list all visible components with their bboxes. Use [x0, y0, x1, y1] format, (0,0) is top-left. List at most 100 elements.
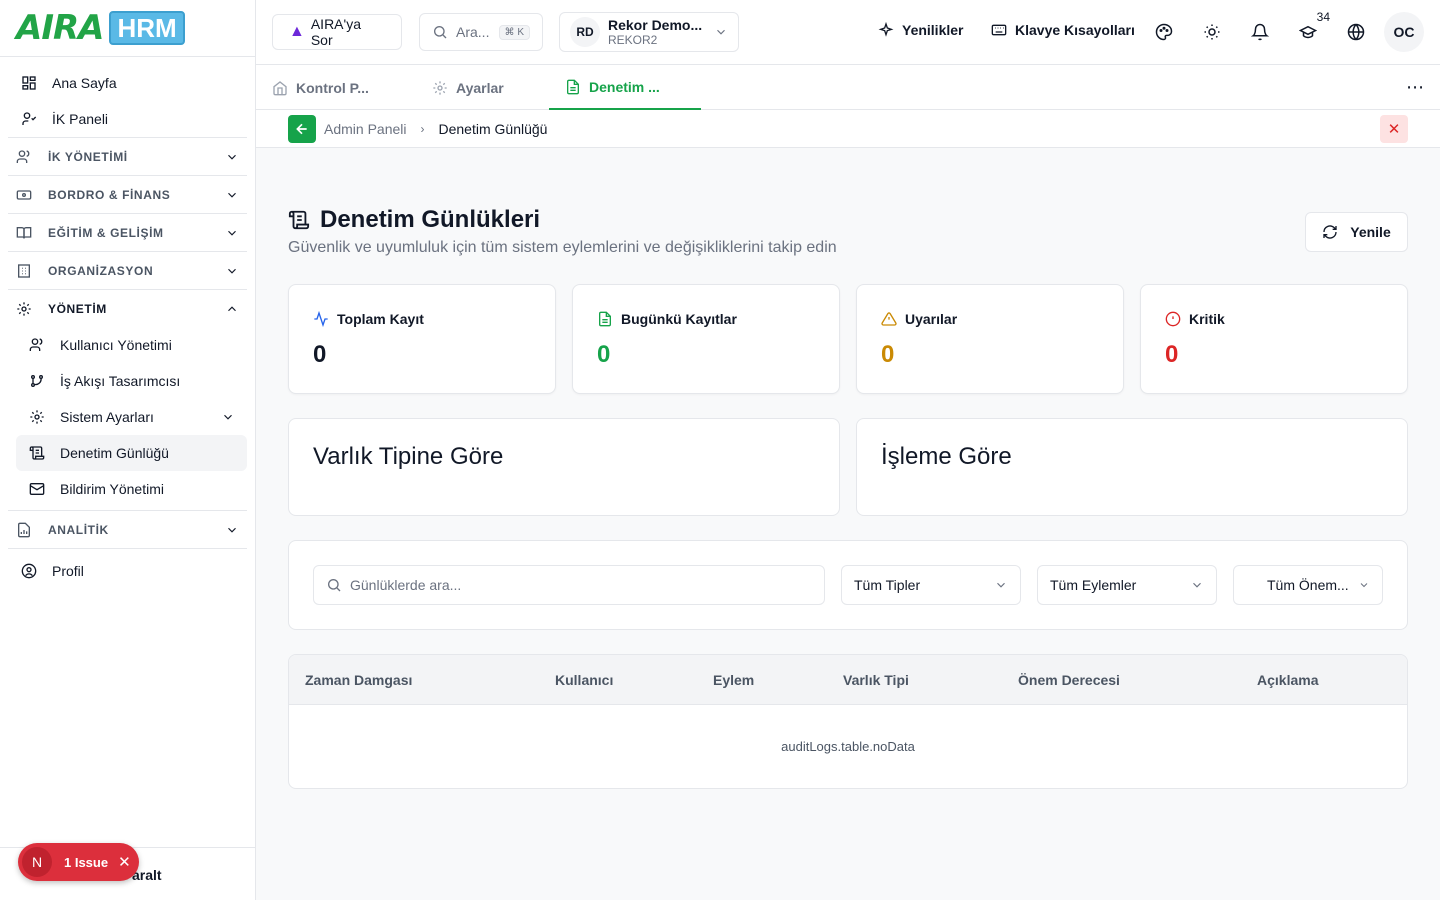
keyboard-icon [991, 24, 1007, 36]
back-button[interactable] [288, 114, 316, 143]
type-select-value: Tüm Tipler [854, 577, 921, 593]
breakdown-title: Varlık Tipine Göre [313, 443, 504, 470]
section-label: BORDRO & FİNANS [48, 187, 171, 202]
ask-aira-button[interactable]: ▲ AIRA'ya Sor [272, 14, 402, 50]
section-training[interactable]: EĞİTİM & GELİŞİM [8, 213, 247, 251]
user-circle-icon [20, 562, 38, 580]
activity-icon [314, 311, 328, 327]
sidebar-item-label: Bildirim Yönetimi [60, 481, 164, 497]
section-hr-management[interactable]: İK YÖNETİMİ [8, 137, 247, 175]
stat-value: 0 [881, 341, 895, 368]
section-analytics[interactable]: ANALİTİK [8, 510, 247, 548]
aira-icon: ▲ [289, 23, 305, 40]
sidebar-item-notification-management[interactable]: Bildirim Yönetimi [16, 471, 247, 507]
column-header-description[interactable]: Açıklama [1257, 672, 1318, 688]
theme-toggle-button[interactable] [1202, 22, 1222, 42]
tab-settings[interactable]: Ayarlar [416, 65, 520, 110]
whats-new-button[interactable]: Yenilikler [878, 22, 963, 38]
workflow-icon [28, 372, 46, 390]
breadcrumb: Admin Paneli › Denetim Günlüğü ✕ [256, 110, 1440, 148]
breadcrumb-parent[interactable]: Admin Paneli [324, 121, 407, 137]
chevron-down-icon [997, 582, 1005, 588]
graduation-cap-icon [1299, 25, 1317, 39]
app-root: AIRA HRM Ana Sayfa İK Paneli İK YÖNETİMİ… [0, 0, 1440, 900]
management-subnav: Kullanıcı Yönetimi İş Akışı Tasarımcısı … [8, 327, 247, 507]
filters-card: Tüm Tipler Tüm Eylemler Tüm Önem... [288, 540, 1408, 630]
close-icon: ✕ [1387, 121, 1401, 138]
sidebar-item-user-management[interactable]: Kullanıcı Yönetimi [16, 327, 247, 363]
column-header-entity-type[interactable]: Varlık Tipi [843, 672, 909, 688]
home-icon [273, 80, 287, 95]
severity-select[interactable]: Tüm Önem... [1233, 565, 1383, 605]
whats-new-label: Yenilikler [902, 22, 964, 38]
refresh-label: Yenile [1350, 224, 1391, 240]
book-icon [16, 225, 34, 241]
user-avatar[interactable]: OC [1384, 12, 1424, 52]
column-header-timestamp[interactable]: Zaman Damgası [305, 672, 412, 688]
logo-text: AIRA [16, 8, 104, 48]
notifications-button[interactable] [1250, 22, 1270, 42]
sidebar-item-label: Kullanıcı Yönetimi [60, 337, 172, 353]
building-icon [16, 263, 34, 279]
section-management[interactable]: YÖNETİM [8, 289, 247, 327]
logo-badge: HRM [109, 11, 185, 45]
sidebar: AIRA HRM Ana Sayfa İK Paneli İK YÖNETİMİ… [0, 0, 256, 900]
training-badge: 34 [1316, 10, 1330, 24]
sidebar-item-hr-panel[interactable]: İK Paneli [8, 101, 247, 137]
tab-dashboard[interactable]: Kontrol P... [256, 65, 385, 110]
refresh-button[interactable]: Yenile [1305, 212, 1408, 252]
chevron-up-icon [228, 305, 236, 311]
company-switcher[interactable]: RD Rekor Demo... REKOR2 [559, 12, 739, 52]
chevron-right-icon: › [420, 121, 425, 136]
sidebar-item-audit-log[interactable]: Denetim Günlüğü [16, 435, 247, 471]
arrow-left-icon [296, 123, 307, 134]
stat-label: Bugünkü Kayıtlar [597, 311, 737, 327]
page-title-text: Denetim Günlükleri [320, 206, 541, 233]
stat-label: Kritik [1165, 311, 1225, 327]
sidebar-item-workflow-designer[interactable]: İş Akışı Tasarımcısı [16, 363, 247, 399]
company-name: Rekor Demo... [608, 17, 703, 33]
sidebar-item-label: Ana Sayfa [52, 75, 117, 91]
tab-audit-log[interactable]: Denetim ... [549, 65, 701, 110]
severity-select-value: Tüm Önem... [1267, 577, 1349, 593]
log-search [313, 565, 825, 605]
theme-palette-button[interactable] [1154, 22, 1174, 42]
log-search-input[interactable] [350, 577, 812, 593]
page-subtitle: Güvenlik ve uyumluluk için tüm sistem ey… [288, 239, 837, 256]
more-horizontal-icon[interactable]: ⋯ [1406, 77, 1424, 98]
stat-label-text: Kritik [1189, 311, 1225, 327]
search-icon [434, 26, 447, 39]
table-header: Zaman Damgası Kullanıcı Eylem Varlık Tip… [289, 655, 1407, 705]
sidebar-item-system-settings[interactable]: Sistem Ayarları [16, 399, 247, 435]
issue-indicator[interactable]: N 1 Issue ✕ [18, 843, 139, 881]
column-header-action[interactable]: Eylem [713, 672, 754, 688]
sidebar-nav: Ana Sayfa İK Paneli [0, 57, 255, 137]
column-header-severity[interactable]: Önem Derecesi [1018, 672, 1120, 688]
close-page-button[interactable]: ✕ [1380, 115, 1408, 143]
audit-log-table: Zaman Damgası Kullanıcı Eylem Varlık Tip… [288, 654, 1408, 789]
scroll-icon [288, 210, 310, 230]
close-icon[interactable]: ✕ [118, 853, 131, 871]
keyboard-shortcuts-button[interactable]: Klavye Kısayolları [991, 22, 1135, 38]
chart-file-icon [16, 522, 34, 538]
sidebar-item-home[interactable]: Ana Sayfa [8, 65, 247, 101]
action-select[interactable]: Tüm Eylemler [1037, 565, 1217, 605]
stat-card-total: Toplam Kayıt 0 [288, 284, 556, 394]
sun-icon [1204, 24, 1220, 40]
file-icon [567, 79, 579, 94]
banknote-icon [16, 187, 34, 203]
column-header-user[interactable]: Kullanıcı [555, 672, 613, 688]
company-code: REKOR2 [608, 33, 658, 47]
section-organization[interactable]: ORGANİZASYON [8, 251, 247, 289]
section-payroll-finance[interactable]: BORDRO & FİNANS [8, 175, 247, 213]
company-avatar: RD [570, 17, 600, 47]
scroll-icon [28, 444, 46, 462]
sidebar-item-profile[interactable]: Profil [8, 548, 247, 592]
gear-icon [16, 301, 34, 317]
stat-value: 0 [313, 341, 327, 368]
global-search[interactable]: Ara... ⌘ K [419, 13, 543, 51]
training-button[interactable]: 34 [1298, 10, 1330, 42]
type-select[interactable]: Tüm Tipler [841, 565, 1021, 605]
logo[interactable]: AIRA HRM [0, 0, 255, 57]
language-button[interactable] [1346, 22, 1366, 42]
